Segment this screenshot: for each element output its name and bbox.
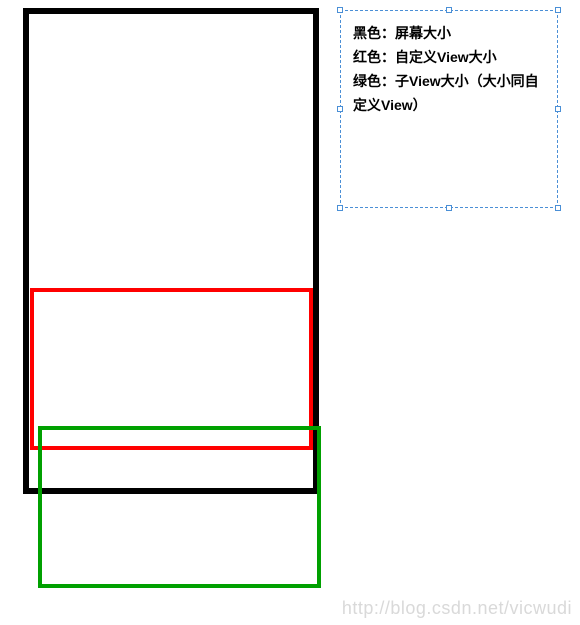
legend-selection-box[interactable]: 黑色：屏幕大小 红色：自定义View大小 绿色：子View大小（大小同自定义Vi…	[340, 10, 558, 208]
watermark-text: http://blog.csdn.net/vicwudi	[342, 598, 572, 619]
child-view-rect	[38, 426, 321, 588]
resize-handle-ne[interactable]	[555, 7, 561, 13]
resize-handle-w[interactable]	[337, 106, 343, 112]
legend-line-black: 黑色：屏幕大小	[353, 21, 545, 45]
legend-line-green: 绿色：子View大小（大小同自定义View）	[353, 69, 545, 117]
resize-handle-n[interactable]	[446, 7, 452, 13]
resize-handle-s[interactable]	[446, 205, 452, 211]
resize-handle-sw[interactable]	[337, 205, 343, 211]
resize-handle-se[interactable]	[555, 205, 561, 211]
diagram-canvas: 黑色：屏幕大小 红色：自定义View大小 绿色：子View大小（大小同自定义Vi…	[0, 0, 580, 625]
resize-handle-nw[interactable]	[337, 7, 343, 13]
legend-line-red: 红色：自定义View大小	[353, 45, 545, 69]
resize-handle-e[interactable]	[555, 106, 561, 112]
